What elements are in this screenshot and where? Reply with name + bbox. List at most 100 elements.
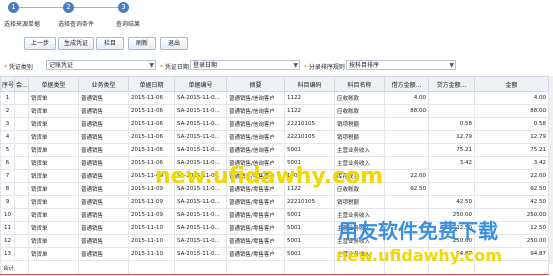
table-cell: 22210105 [284, 195, 335, 209]
table-cell [14, 234, 29, 248]
table-row[interactable]: 5 销货单 普通销售 2015-11-06 SA-2015-11-0... 普通销售/信询… [0, 143, 549, 157]
table-cell: 0.58 [428, 117, 475, 131]
table-row[interactable]: 1 销货单 普通销售 2015-11-06 SA-2015-11-0... 普通销售/信询… [0, 91, 549, 105]
table-cell [384, 117, 429, 131]
chevron-down-icon: ▼ [149, 62, 154, 69]
table-cell: 普通销售 [78, 169, 129, 183]
column-header[interactable]: 序号 [0, 76, 15, 92]
column-header[interactable]: 科目名称 [334, 76, 385, 92]
table-cell: 2015-11-10 [128, 234, 175, 248]
column-header[interactable]: 贷方金额... [428, 76, 475, 92]
table-cell: 销货单 [28, 130, 79, 144]
table-row[interactable]: 3 销货单 普通销售 2015-11-06 SA-2015-11-0... 普通销售/信询… [0, 117, 549, 131]
table-cell: SA-2015-11-0... [174, 221, 227, 235]
table-cell: 1122 [284, 91, 335, 105]
table-cell: 9 [0, 195, 15, 209]
entry-rule-select[interactable]: 按科目排序 ▼ [346, 60, 456, 70]
table-cell: 普通销售 [78, 117, 129, 131]
filter-bar: * 凭证类别 记账凭证 ▼ * 凭证日期 登录日期 ▼ * 分录排序规则 按科目… [0, 60, 553, 72]
table-cell: 5001 [284, 247, 335, 261]
table-cell: SA-2015-11-0... [174, 104, 227, 118]
table-cell: 销项税额 [334, 117, 385, 131]
table-cell: 75.21 [474, 143, 549, 157]
toolbar: 上一步 生成凭证 栏目 刷新 退出 [0, 37, 553, 50]
step-connector [74, 7, 118, 8]
table-cell: 销货单 [28, 247, 79, 261]
table-cell: 5001 [284, 234, 335, 248]
table-cell [384, 130, 429, 144]
vertical-scrollbar[interactable] [549, 76, 553, 264]
table-cell: 22.00 [474, 169, 549, 183]
table-cell: 销货单 [28, 117, 79, 131]
column-header[interactable]: 业务类型 [78, 76, 129, 92]
table-cell: 2015-11-06 [128, 104, 175, 118]
column-header[interactable]: 借方金额... [384, 76, 429, 92]
table-cell [384, 156, 429, 170]
table-cell [14, 169, 29, 183]
voucher-type-label: * 凭证类别 [4, 64, 33, 71]
table-cell: 2015-11-06 [128, 91, 175, 105]
entry-rule-value: 按科目排序 [349, 62, 380, 69]
table-cell: 2015-11-10 [128, 247, 175, 261]
exit-button[interactable]: 退出 [160, 37, 188, 50]
table-cell: 普通销售/信询客户 [226, 130, 285, 144]
column-header[interactable]: 金额 [474, 76, 549, 92]
table-cell [14, 156, 29, 170]
table-cell: 4.00 [474, 91, 549, 105]
column-header[interactable]: 单据类型 [28, 76, 79, 92]
table-row[interactable]: 2 销货单 普通销售 2015-11-06 SA-2015-11-0... 普通销售/信询… [0, 104, 549, 118]
table-cell: 3.42 [428, 156, 475, 170]
step-3-indicator: 3 [118, 2, 129, 13]
column-header[interactable]: 会... [14, 76, 29, 92]
table-cell: 88.00 [384, 104, 429, 118]
step-wizard: 1 2 3 选择来源单据 选择查询条件 查询结果 [0, 0, 553, 32]
table-cell: 2015-11-10 [128, 221, 175, 235]
column-header[interactable]: 单据编号 [174, 76, 227, 92]
table-cell: 12.79 [428, 130, 475, 144]
table-cell: SA-2015-11-0... [174, 247, 227, 261]
total-label: 合计 [0, 260, 29, 275]
columns-button[interactable]: 栏目 [96, 37, 124, 50]
voucher-type-select[interactable]: 记账凭证 ▼ [46, 60, 156, 70]
chevron-down-icon: ▼ [449, 62, 454, 69]
table-cell: 13 [0, 247, 15, 261]
table-cell: 普通销售 [78, 234, 129, 248]
column-header[interactable]: 摘要 [226, 76, 285, 92]
column-header[interactable]: 科目编码 [284, 76, 335, 92]
table-cell [428, 182, 475, 196]
table-header-row: 序号 会... 单据类型 业务类型 单据日期 单据编号 摘要 科目编码 科目名称 借方金额... 贷… [0, 76, 549, 92]
voucher-date-select[interactable]: 登录日期 ▼ [190, 60, 300, 70]
table-cell: 普通销售/零售客户 [226, 208, 285, 222]
table-cell: 主营业务收入 [334, 143, 385, 157]
table-cell: 2 [0, 104, 15, 118]
table-cell [384, 195, 429, 209]
refresh-button[interactable]: 刷新 [128, 37, 156, 50]
table-row[interactable]: 9 销货单 普通销售 2015-11-09 SA-2015-11-0... 普通销售/零售… [0, 195, 549, 209]
table-cell: 2015-11-06 [128, 117, 175, 131]
table-cell: 5001 [284, 208, 335, 222]
table-cell: 销货单 [28, 182, 79, 196]
step-3-label: 查询结果 [116, 21, 141, 28]
step-1-label: 选择来源单据 [4, 21, 41, 28]
table-cell: 42.50 [474, 195, 549, 209]
table-cell: 销货单 [28, 169, 79, 183]
table-cell [428, 104, 475, 118]
table-cell [14, 117, 29, 131]
table-cell: 1122 [284, 104, 335, 118]
table-cell: 8 [0, 182, 15, 196]
table-cell: 6 [0, 156, 15, 170]
generate-voucher-button[interactable]: 生成凭证 [58, 37, 94, 50]
table-cell: 销货单 [28, 221, 79, 235]
table-cell [14, 221, 29, 235]
watermark-text: new.ufidawhy.com [155, 164, 384, 189]
table-cell: 普通销售/信询客户 [226, 91, 285, 105]
previous-step-button[interactable]: 上一步 [24, 37, 56, 50]
table-cell: 12.79 [474, 130, 549, 144]
table-cell: 普通销售/零售客户 [226, 221, 285, 235]
table-row[interactable]: 4 销货单 普通销售 2015-11-06 SA-2015-11-0... 普通销售/信询… [0, 130, 549, 144]
table-cell: SA-2015-11-0... [174, 208, 227, 222]
table-cell: 销项税额 [334, 195, 385, 209]
table-cell: 4 [0, 130, 15, 144]
column-header[interactable]: 单据日期 [128, 76, 175, 92]
table-cell: SA-2015-11-0... [174, 91, 227, 105]
